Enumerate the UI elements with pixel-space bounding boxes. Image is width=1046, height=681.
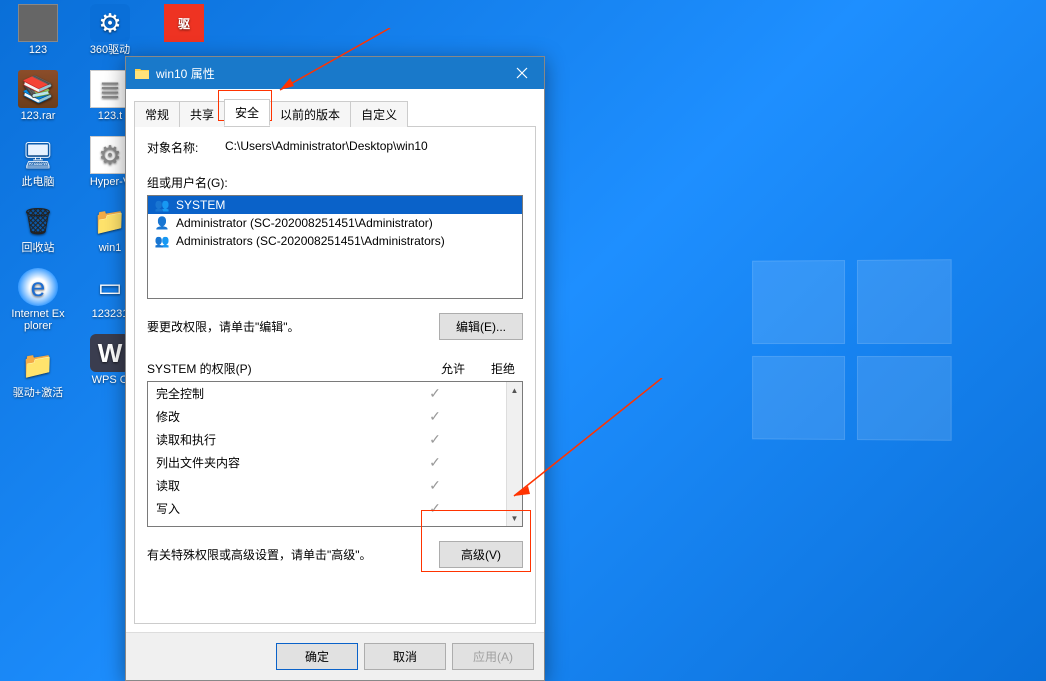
permission-row[interactable]: 列出文件夹内容✓ xyxy=(148,451,506,474)
tab-共享[interactable]: 共享 xyxy=(179,101,225,127)
allow-check-icon: ✓ xyxy=(410,477,460,494)
titlebar[interactable]: win10 属性 xyxy=(126,57,544,89)
tab-安全[interactable]: 安全 xyxy=(224,99,270,126)
scrollbar-vertical[interactable]: ▲ ▼ xyxy=(506,382,522,526)
desktop-icon[interactable]: ⚙ 360驱动 xyxy=(82,4,138,56)
close-icon xyxy=(516,67,528,79)
user-row[interactable]: 👤 Administrator (SC-202008251451\Administ… xyxy=(148,214,522,232)
users-listbox[interactable]: 👥 SYSTEM 👤 Administrator (SC-202008251451\A… xyxy=(147,195,523,299)
permission-name: 修改 xyxy=(156,408,410,425)
desktop-icons-col1: 123 📚 123.rar 🖥 此电脑 🗑 回收站 eInternet Explorer 📁 驱动… xyxy=(10,4,66,399)
icon-label: 123.rar xyxy=(21,110,56,122)
icon: 📁 xyxy=(18,347,58,385)
advanced-hint: 有关特殊权限或高级设置，请单击"高级"。 xyxy=(147,546,439,563)
dialog-title: win10 属性 xyxy=(156,65,500,82)
icon: 📚 xyxy=(18,70,58,108)
icon-label: 123231 xyxy=(92,308,129,320)
permission-row[interactable]: 完全控制✓ xyxy=(148,382,506,405)
icon: 🗑 xyxy=(18,202,58,240)
icon-label: 123.t xyxy=(98,110,122,122)
icon: ⚙ xyxy=(90,136,130,174)
permission-name: 完全控制 xyxy=(156,385,410,402)
app-icon: 驱 xyxy=(164,4,204,42)
cancel-button[interactable]: 取消 xyxy=(364,643,446,670)
icon xyxy=(18,4,58,42)
permission-name: 读取和执行 xyxy=(156,431,410,448)
allow-check-icon: ✓ xyxy=(410,408,460,425)
ok-button[interactable]: 确定 xyxy=(276,643,358,670)
desktop-icon[interactable]: eInternet Explorer xyxy=(10,268,66,332)
icon: 🖥 xyxy=(18,136,58,174)
allow-column-header: 允许 xyxy=(423,360,483,377)
user-name: Administrators (SC-202008251451\Administ… xyxy=(176,234,445,248)
icon-label: WPS O xyxy=(92,374,129,386)
tab-常规[interactable]: 常规 xyxy=(134,101,180,127)
icon: ≣ xyxy=(90,70,130,108)
advanced-button[interactable]: 高级(V) xyxy=(439,541,523,568)
user-name: Administrator (SC-202008251451\Administr… xyxy=(176,216,433,230)
close-button[interactable] xyxy=(500,57,544,89)
tab-以前的版本[interactable]: 以前的版本 xyxy=(269,101,351,127)
scroll-up-button[interactable]: ▲ xyxy=(507,382,522,398)
allow-check-icon: ✓ xyxy=(410,431,460,448)
tabstrip: 常规共享安全以前的版本自定义 xyxy=(126,89,544,126)
permission-row[interactable]: 读取✓ xyxy=(148,474,506,497)
folder-icon xyxy=(134,66,150,80)
icon-label: 此电脑 xyxy=(22,176,55,188)
permissions-header: SYSTEM 的权限(P) xyxy=(147,360,423,377)
allow-check-icon: ✓ xyxy=(410,385,460,402)
properties-dialog: win10 属性 常规共享安全以前的版本自定义 对象名称: C:\Users\A… xyxy=(125,56,545,681)
user-icon: 👥 xyxy=(154,234,170,248)
tab-自定义[interactable]: 自定义 xyxy=(350,101,408,127)
desktop-icon[interactable]: 🖥 此电脑 xyxy=(10,136,66,188)
apply-button[interactable]: 应用(A) xyxy=(452,643,534,670)
desktop-icon[interactable]: 📚 123.rar xyxy=(10,70,66,122)
icon: ⚙ xyxy=(90,4,130,42)
desktop-icons-col3: 驱 xyxy=(156,4,212,42)
icon: ▭ xyxy=(90,268,130,306)
user-name: SYSTEM xyxy=(176,198,225,212)
user-icon: 👤 xyxy=(154,216,170,230)
permission-name: 列出文件夹内容 xyxy=(156,454,410,471)
permission-row[interactable]: 写入✓ xyxy=(148,497,506,520)
deny-column-header: 拒绝 xyxy=(483,360,523,377)
user-row[interactable]: 👥 Administrators (SC-202008251451\Adminis… xyxy=(148,232,522,250)
allow-check-icon: ✓ xyxy=(410,500,460,517)
icon-label: 驱动+激活 xyxy=(13,387,63,399)
permission-row[interactable]: 读取和执行✓ xyxy=(148,428,506,451)
users-label: 组或用户名(G): xyxy=(147,174,523,191)
object-name-value: C:\Users\Administrator\Desktop\win10 xyxy=(225,139,523,156)
dialog-button-row: 确定 取消 应用(A) xyxy=(126,632,544,680)
icon-label: 360驱动 xyxy=(90,44,130,56)
scroll-down-button[interactable]: ▼ xyxy=(507,510,522,526)
user-icon: 👥 xyxy=(154,198,170,212)
icon: W xyxy=(90,334,130,372)
edit-button[interactable]: 编辑(E)... xyxy=(439,313,523,340)
allow-check-icon: ✓ xyxy=(410,454,460,471)
icon-label: 回收站 xyxy=(22,242,55,254)
windows-logo-watermark xyxy=(752,259,952,441)
desktop-icon[interactable]: 驱 xyxy=(156,4,212,42)
icon-label: 123 xyxy=(29,44,47,56)
permission-row[interactable]: 修改✓ xyxy=(148,405,506,428)
icon: e xyxy=(18,268,58,306)
permission-name: 写入 xyxy=(156,500,410,517)
user-row[interactable]: 👥 SYSTEM xyxy=(148,196,522,214)
permission-name: 读取 xyxy=(156,477,410,494)
icon: 📁 xyxy=(90,202,130,240)
object-name-label: 对象名称: xyxy=(147,139,225,156)
desktop-icon[interactable]: 📁 驱动+激活 xyxy=(10,347,66,399)
permissions-listbox: 完全控制✓修改✓读取和执行✓列出文件夹内容✓读取✓写入✓ ▲ ▼ xyxy=(147,381,523,527)
edit-hint: 要更改权限，请单击"编辑"。 xyxy=(147,318,439,335)
tab-security-content: 对象名称: C:\Users\Administrator\Desktop\win… xyxy=(134,126,536,624)
icon-label: Internet Explorer xyxy=(10,308,66,332)
desktop-icon[interactable]: 🗑 回收站 xyxy=(10,202,66,254)
icon-label: win1 xyxy=(99,242,122,254)
desktop-icon[interactable]: 123 xyxy=(10,4,66,56)
